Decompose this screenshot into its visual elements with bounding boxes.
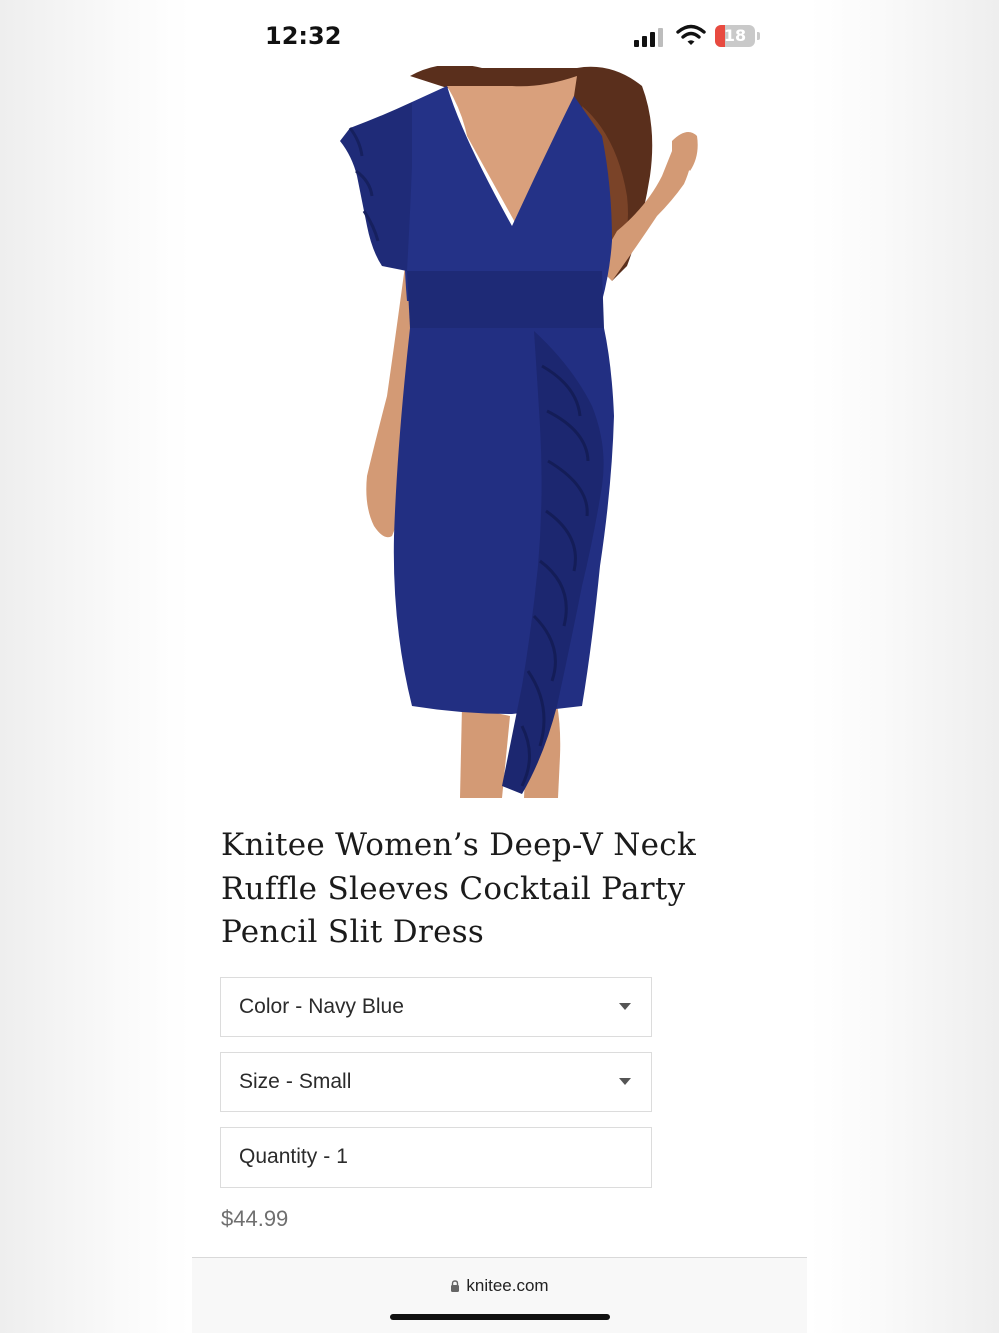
size-separator: - bbox=[285, 1070, 293, 1093]
product-title: Knitee Women’s Deep-V Neck Ruffle Sleeve… bbox=[221, 827, 697, 950]
quantity-separator: - bbox=[323, 1145, 331, 1168]
wifi-icon bbox=[676, 24, 706, 45]
quantity-value: 1 bbox=[336, 1145, 348, 1168]
battery-nub bbox=[757, 32, 760, 40]
home-indicator[interactable] bbox=[390, 1314, 610, 1320]
chevron-down-icon bbox=[619, 1078, 631, 1085]
chevron-down-icon bbox=[619, 1003, 631, 1010]
battery-level: 18 bbox=[723, 26, 747, 45]
phone-screen: 12:32 18 Knitee Women’s Deep-V Neck Ruff… bbox=[192, 0, 807, 1333]
status-bar: 12:32 18 bbox=[192, 0, 807, 66]
size-select-text: Size - Small bbox=[239, 1053, 351, 1111]
size-value: Small bbox=[298, 1070, 352, 1093]
quantity-field[interactable]: Quantity -1 bbox=[220, 1127, 652, 1188]
color-label: Color bbox=[239, 995, 290, 1018]
url-display[interactable]: knitee.com bbox=[192, 1276, 807, 1296]
status-time: 12:32 bbox=[265, 22, 342, 50]
lock-icon bbox=[451, 1280, 460, 1292]
size-label: Size bbox=[239, 1070, 280, 1093]
product-image[interactable] bbox=[312, 66, 722, 798]
url-text: knitee.com bbox=[466, 1276, 549, 1295]
quantity-field-text: Quantity -1 bbox=[239, 1128, 348, 1186]
battery-icon: 18 bbox=[715, 25, 760, 47]
color-separator: - bbox=[295, 995, 303, 1018]
product-price: $44.99 bbox=[221, 1206, 289, 1231]
color-select[interactable]: Color - Navy Blue bbox=[220, 977, 652, 1037]
size-select[interactable]: Size - Small bbox=[220, 1052, 652, 1112]
quantity-label: Quantity bbox=[239, 1145, 318, 1168]
browser-url-bar[interactable]: knitee.com bbox=[192, 1257, 807, 1333]
color-value: Navy Blue bbox=[308, 995, 404, 1018]
cellular-signal-icon bbox=[634, 28, 663, 47]
color-select-text: Color - Navy Blue bbox=[239, 978, 404, 1036]
